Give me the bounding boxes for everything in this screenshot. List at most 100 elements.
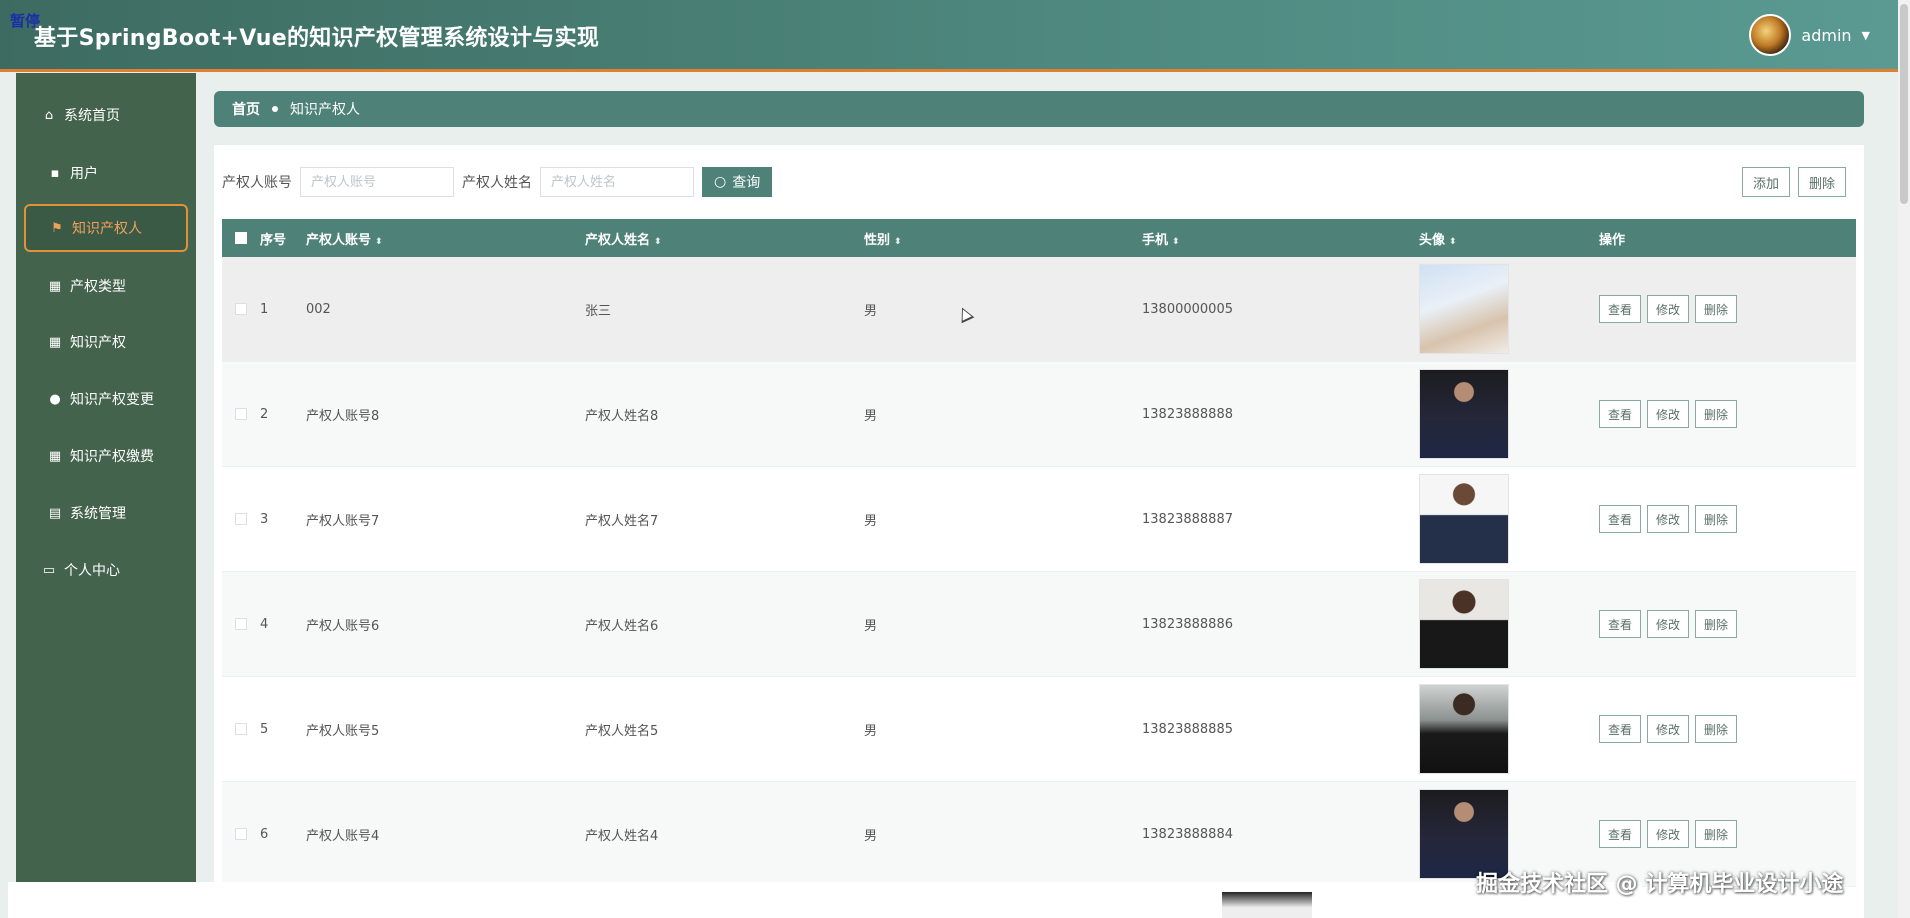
- row-checkbox[interactable]: [235, 618, 247, 630]
- sort-icon[interactable]: ⬍: [894, 237, 902, 247]
- cell-phone: 13823888887: [1142, 511, 1233, 527]
- search-icon: ○: [714, 174, 727, 190]
- cell-gender: 男: [864, 618, 878, 634]
- cell-account: 产权人账号4: [306, 828, 380, 844]
- sort-icon[interactable]: ⬍: [1449, 237, 1457, 247]
- header-phone[interactable]: 手机 ⬍: [1142, 229, 1419, 248]
- header-photo[interactable]: 头像 ⬍: [1419, 229, 1599, 248]
- top-actions: 添加 删除: [1741, 167, 1846, 197]
- cell-gender: 男: [864, 303, 878, 319]
- delete-button[interactable]: 删除: [1695, 715, 1738, 743]
- row-checkbox[interactable]: [235, 828, 247, 840]
- sidebar-item-ip-payment[interactable]: ▦ 知识产权缴费: [24, 432, 188, 480]
- grid-icon: ▦: [48, 278, 62, 294]
- edit-button[interactable]: 修改: [1647, 505, 1690, 533]
- location-icon: ●: [49, 391, 61, 407]
- row-checkbox[interactable]: [235, 408, 247, 420]
- cell-account: 产权人账号8: [306, 408, 380, 424]
- sidebar-item-label: 知识产权: [70, 335, 126, 351]
- sidebar-item-property-types[interactable]: ▦ 产权类型: [24, 262, 188, 310]
- row-checkbox[interactable]: [235, 723, 247, 735]
- cell-phone: 13823888886: [1142, 616, 1233, 632]
- view-button[interactable]: 查看: [1599, 610, 1642, 638]
- header-name[interactable]: 产权人姓名 ⬍: [585, 229, 864, 248]
- cell-account: 002: [306, 301, 331, 317]
- cell-phone: 13823888885: [1142, 721, 1233, 737]
- cell-index: 1: [260, 301, 269, 317]
- sidebar-item-profile[interactable]: ▭ 个人中心: [24, 546, 188, 594]
- sort-icon[interactable]: ⬍: [1172, 237, 1180, 247]
- calendar-icon: ▭: [42, 562, 56, 578]
- header-gender[interactable]: 性别 ⬍: [864, 229, 1142, 248]
- user-menu[interactable]: admin ▼: [1749, 14, 1870, 56]
- sidebar-item-label: 知识产权缴费: [70, 449, 154, 465]
- caret-down-icon[interactable]: ▼: [1862, 29, 1870, 42]
- edit-button[interactable]: 修改: [1647, 610, 1690, 638]
- scrollbar-thumb[interactable]: [1900, 4, 1908, 204]
- view-button[interactable]: 查看: [1599, 295, 1642, 323]
- sidebar-item-label: 知识产权人: [72, 221, 142, 237]
- cell-name: 张三: [585, 303, 612, 319]
- view-button[interactable]: 查看: [1599, 715, 1642, 743]
- sidebar-item-label: 用户: [70, 166, 98, 182]
- view-button[interactable]: 查看: [1599, 820, 1642, 848]
- sidebar-item-label: 知识产权变更: [70, 392, 154, 408]
- add-button[interactable]: 添加: [1741, 167, 1790, 197]
- chat-icon: ▪: [50, 165, 60, 181]
- sidebar-item-label: 产权类型: [70, 279, 126, 295]
- cell-index: 4: [260, 616, 269, 632]
- sidebar-item-ip-change[interactable]: ● 知识产权变更: [24, 375, 188, 423]
- username[interactable]: admin: [1801, 26, 1851, 45]
- sidebar-item-owners[interactable]: ⚑ 知识产权人: [24, 204, 188, 252]
- cell-phone: 13800000005: [1142, 301, 1233, 317]
- delete-button[interactable]: 删除: [1695, 295, 1738, 323]
- avatar-photo[interactable]: [1419, 684, 1509, 774]
- sidebar-item-users[interactable]: ▪ 用户: [24, 149, 188, 197]
- cell-name: 产权人姓名6: [585, 618, 659, 634]
- header-account[interactable]: 产权人账号 ⬍: [306, 229, 585, 248]
- avatar-photo[interactable]: [1419, 579, 1509, 669]
- edit-button[interactable]: 修改: [1647, 295, 1690, 323]
- edit-button[interactable]: 修改: [1647, 400, 1690, 428]
- sort-icon[interactable]: ⬍: [375, 237, 383, 247]
- app-title: 基于SpringBoot+Vue的知识产权管理系统设计与实现: [34, 26, 600, 51]
- sort-icon[interactable]: ⬍: [654, 237, 662, 247]
- grid-icon: ▦: [48, 448, 62, 464]
- avatar-photo[interactable]: [1419, 369, 1509, 459]
- view-button[interactable]: 查看: [1599, 505, 1642, 533]
- name-search-input[interactable]: [540, 167, 694, 197]
- owners-table: 序号 产权人账号 ⬍ 产权人姓名 ⬍ 性别 ⬍ 手机 ⬍ 头像 ⬍ 操作 1 002 张三…: [222, 219, 1856, 887]
- row-checkbox[interactable]: [235, 303, 247, 315]
- cell-gender: 男: [864, 408, 878, 424]
- cell-name: 产权人姓名8: [585, 408, 659, 424]
- edit-button[interactable]: 修改: [1647, 715, 1690, 743]
- sidebar-item-label: 系统首页: [64, 108, 120, 124]
- search-button[interactable]: ○ 查询: [702, 167, 773, 197]
- cell-gender: 男: [864, 828, 878, 844]
- breadcrumb-home[interactable]: 首页: [232, 99, 260, 119]
- delete-button[interactable]: 删除: [1695, 610, 1738, 638]
- page-scrollbar[interactable]: [1898, 0, 1910, 918]
- sidebar-item-system[interactable]: ▤ 系统管理: [24, 489, 188, 537]
- sidebar-item-ip[interactable]: ▦ 知识产权: [24, 318, 188, 366]
- avatar[interactable]: [1749, 14, 1792, 56]
- row-checkbox[interactable]: [235, 513, 247, 525]
- delete-button[interactable]: 删除: [1695, 820, 1738, 848]
- cell-gender: 男: [864, 513, 878, 529]
- edit-button[interactable]: 修改: [1647, 820, 1690, 848]
- table-header: 序号 产权人账号 ⬍ 产权人姓名 ⬍ 性别 ⬍ 手机 ⬍ 头像 ⬍ 操作: [222, 219, 1856, 257]
- delete-button[interactable]: 删除: [1695, 505, 1738, 533]
- view-button[interactable]: 查看: [1599, 400, 1642, 428]
- batch-delete-button[interactable]: 删除: [1797, 167, 1846, 197]
- avatar-photo[interactable]: [1222, 892, 1312, 918]
- breadcrumb-current: 知识产权人: [290, 102, 360, 118]
- select-all-checkbox[interactable]: [235, 232, 247, 244]
- delete-button[interactable]: 删除: [1695, 400, 1738, 428]
- grid-icon: ▦: [48, 334, 62, 350]
- cell-phone: 13823888884: [1142, 826, 1233, 842]
- avatar-photo[interactable]: [1419, 264, 1509, 354]
- sidebar-item-home[interactable]: ⌂ 系统首页: [24, 91, 188, 139]
- account-search-input[interactable]: [300, 167, 454, 197]
- avatar-photo[interactable]: [1419, 474, 1509, 564]
- cell-name: 产权人姓名4: [585, 828, 659, 844]
